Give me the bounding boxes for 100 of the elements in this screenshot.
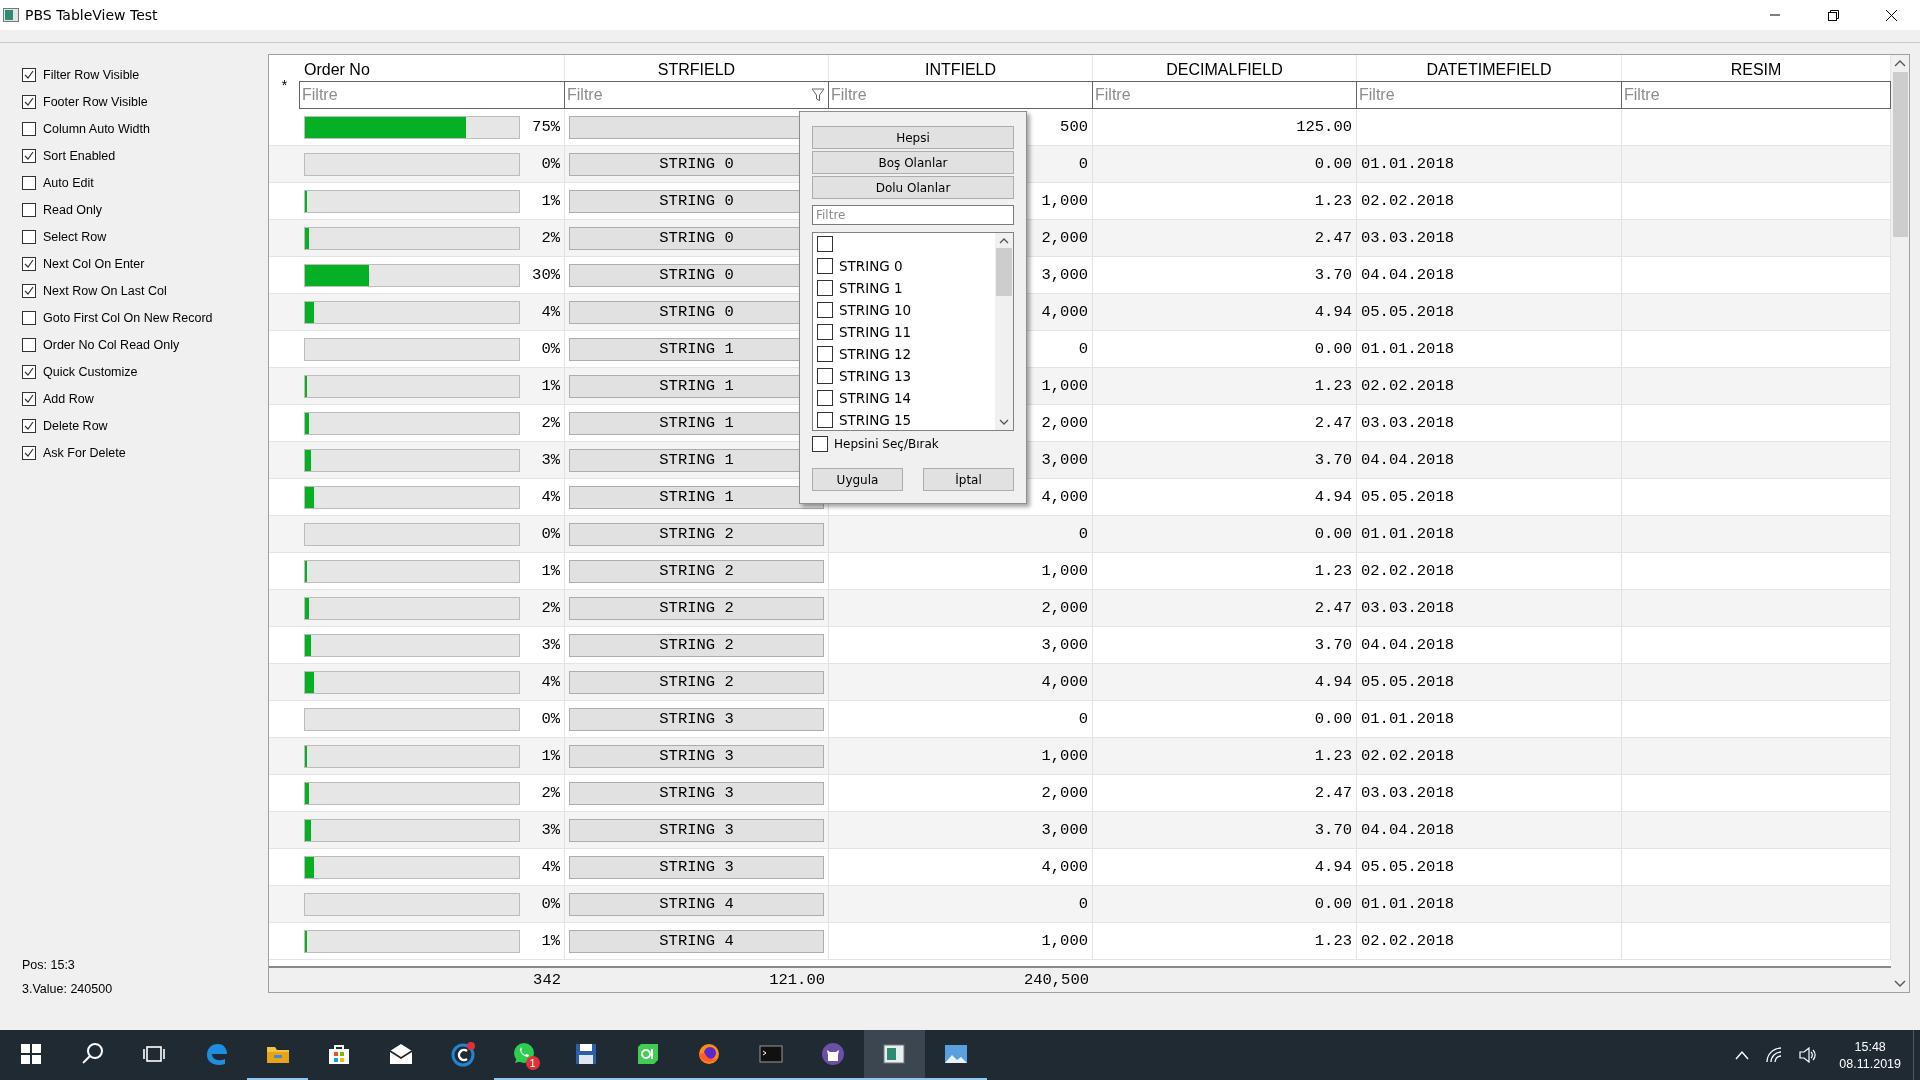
table-cell: 3.70 — [1314, 451, 1352, 469]
speaker-icon[interactable] — [1799, 1047, 1818, 1063]
table-cell: 3.70 — [1314, 266, 1352, 284]
table-cell: 0.00 — [1314, 710, 1352, 728]
percent-text: 3% — [540, 821, 560, 839]
scroll-thumb[interactable] — [1892, 72, 1908, 237]
checkbox[interactable] — [817, 324, 833, 340]
checkbox[interactable] — [22, 365, 36, 379]
checkbox[interactable] — [22, 230, 36, 244]
table-cell: 1,000 — [1041, 932, 1088, 950]
table-cell: 4.94 — [1314, 303, 1352, 321]
table-cell: 01.01.2018 — [1361, 525, 1454, 543]
circle-c-icon — [449, 1041, 476, 1067]
string-cell-button[interactable]: STRING 2 — [569, 596, 824, 620]
checkbox[interactable] — [22, 176, 36, 190]
string-cell-button[interactable]: STRING 4 — [569, 929, 824, 953]
checkbox[interactable] — [817, 280, 833, 296]
funnel-icon[interactable] — [811, 88, 825, 102]
table-cell: 1.23 — [1314, 562, 1352, 580]
checkbox[interactable] — [22, 446, 36, 460]
app-icon — [3, 8, 19, 22]
filter-field[interactable]: Filtre — [1092, 81, 1357, 109]
string-cell-button[interactable]: STRING 3 — [569, 818, 824, 842]
filter-option-button[interactable]: Boş Olanlar — [812, 151, 1014, 174]
table-cell: 05.05.2018 — [1361, 488, 1454, 506]
filter-option-button[interactable]: Hepsi — [812, 126, 1014, 149]
filter-field[interactable]: Filtre — [299, 81, 565, 109]
dialog-button[interactable]: İptal — [923, 468, 1014, 491]
table-cell: 0 — [1078, 525, 1088, 543]
string-cell-button[interactable]: STRING 3 — [569, 781, 824, 805]
checkbox[interactable] — [817, 236, 833, 252]
filter-field[interactable]: Filtre — [1356, 81, 1622, 109]
dialog-button[interactable]: Uygula — [812, 468, 903, 491]
table-cell: 2,000 — [1041, 784, 1088, 802]
checkbox[interactable] — [22, 311, 36, 325]
string-cell-button[interactable]: STRING 3 — [569, 744, 824, 768]
table-cell: 03.03.2018 — [1361, 784, 1454, 802]
checkbox-label: Add Row — [43, 392, 94, 406]
filter-option-button[interactable]: Dolu Olanlar — [812, 176, 1014, 199]
table-cell: 125.00 — [1296, 118, 1352, 136]
string-cell-button[interactable]: STRING 1 — [569, 485, 824, 509]
checkbox[interactable] — [817, 368, 833, 384]
checkbox[interactable] — [817, 302, 833, 318]
checkbox[interactable] — [22, 95, 36, 109]
list-scrollbar[interactable] — [995, 233, 1013, 430]
table-cell: 04.04.2018 — [1361, 451, 1454, 469]
checkbox[interactable] — [22, 257, 36, 271]
filter-field[interactable]: Filtre — [828, 81, 1093, 109]
percent-text: 2% — [540, 229, 560, 247]
string-cell-button[interactable]: STRING 2 — [569, 670, 824, 694]
checkbox[interactable] — [22, 392, 36, 406]
checkbox[interactable] — [22, 419, 36, 433]
chevron-up-icon[interactable] — [999, 237, 1009, 244]
string-cell-button[interactable]: STRING 2 — [569, 522, 824, 546]
checkbox-label: STRING 11 — [839, 324, 912, 340]
taskbar-clock[interactable]: 15:48 08.11.2019 — [1825, 1030, 1913, 1080]
checkbox[interactable] — [22, 122, 36, 136]
checkbox[interactable] — [22, 203, 36, 217]
table-cell: 0.00 — [1314, 895, 1352, 913]
chevron-down-icon[interactable] — [999, 419, 1009, 426]
checkbox-label: STRING 14 — [839, 390, 912, 406]
taskbar-button[interactable] — [863, 1030, 926, 1080]
table-cell: 1.23 — [1314, 932, 1352, 950]
percent-text: 2% — [540, 784, 560, 802]
table-cell: 03.03.2018 — [1361, 599, 1454, 617]
filter-field[interactable]: Filtre — [564, 81, 829, 109]
vertical-scrollbar[interactable] — [1891, 55, 1909, 992]
taskbar-button[interactable]: 1 — [493, 1030, 556, 1080]
checkbox[interactable] — [817, 258, 833, 274]
table-cell: 1,000 — [1041, 377, 1088, 395]
percent-text: 0% — [540, 895, 560, 913]
window-app-icon — [881, 1041, 908, 1067]
percent-text: 1% — [540, 562, 560, 580]
wifi-icon[interactable] — [1765, 1047, 1784, 1063]
filter-field[interactable]: Filtre — [812, 205, 1014, 225]
checkbox[interactable] — [817, 390, 833, 406]
checkbox[interactable] — [22, 338, 36, 352]
checkbox[interactable] — [22, 68, 36, 82]
footer-total: 121.00 — [769, 971, 825, 989]
string-cell-button[interactable]: STRING 2 — [569, 559, 824, 583]
string-cell-button[interactable]: STRING 3 — [569, 707, 824, 731]
table-cell: 4.94 — [1314, 673, 1352, 691]
checkbox[interactable] — [817, 412, 833, 428]
checkbox-label: STRING 0 — [839, 258, 903, 274]
checkbox-label: Column Auto Width — [43, 122, 150, 136]
checkbox[interactable] — [22, 284, 36, 298]
filter-field[interactable]: Filtre — [1621, 81, 1891, 109]
string-cell-button[interactable]: STRING 2 — [569, 633, 824, 657]
checkbox[interactable] — [817, 346, 833, 362]
string-cell-button[interactable]: STRING 4 — [569, 892, 824, 916]
checkbox[interactable] — [22, 149, 36, 163]
scroll-thumb[interactable] — [996, 248, 1012, 296]
table-cell: 05.05.2018 — [1361, 673, 1454, 691]
chevron-down-icon[interactable] — [1894, 980, 1906, 988]
table-cell: 01.01.2018 — [1361, 155, 1454, 173]
table-cell: 2.47 — [1314, 784, 1352, 802]
string-cell-button[interactable]: STRING 3 — [569, 855, 824, 879]
table-cell: 4,000 — [1041, 673, 1088, 691]
chevron-up-icon[interactable] — [1894, 59, 1906, 67]
checkbox[interactable] — [812, 436, 828, 452]
